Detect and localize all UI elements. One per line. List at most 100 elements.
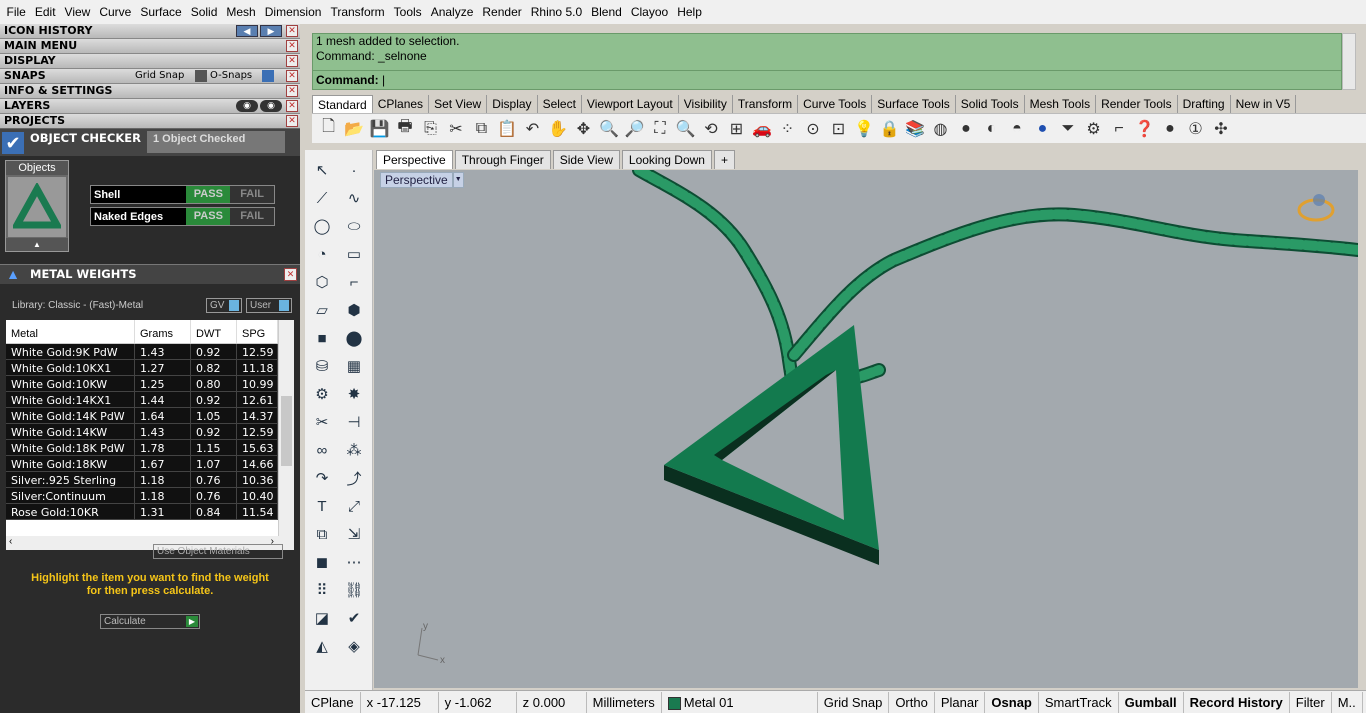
viewport-title-dropdown[interactable]: Perspective ▼ <box>380 172 464 188</box>
color-wheel-icon[interactable]: ◍ <box>928 117 953 141</box>
rebuild-icon[interactable]: ↷ <box>309 466 335 490</box>
menu-view[interactable]: View <box>60 0 95 24</box>
tab-set-view[interactable]: Set View <box>429 95 488 113</box>
tab-select[interactable]: Select <box>538 95 582 113</box>
tab-perspective[interactable]: Perspective <box>376 150 453 169</box>
menu-mesh[interactable]: Mesh <box>222 0 260 24</box>
table-row[interactable]: White Gold:18KW 1.67 1.07 14.66 <box>6 456 294 472</box>
menu-surface[interactable]: Surface <box>136 0 186 24</box>
tab-visibility[interactable]: Visibility <box>679 95 733 113</box>
mesh-icon[interactable]: ▦ <box>341 354 367 378</box>
calculate-button[interactable]: Calculate ▶ <box>100 614 200 629</box>
grid-icon[interactable]: ⋯ <box>341 550 367 574</box>
menu-solid[interactable]: Solid <box>186 0 222 24</box>
close-icon[interactable]: ✕ <box>286 100 298 112</box>
command-scrollbar[interactable] <box>1342 33 1356 90</box>
control-points-icon[interactable]: ⤴ <box>341 466 367 490</box>
tab-cplanes[interactable]: CPlanes <box>373 95 430 113</box>
menu-dimension[interactable]: Dimension <box>260 0 326 24</box>
close-icon[interactable]: ✕ <box>286 40 298 52</box>
menu-file[interactable]: File <box>2 0 30 24</box>
osnap-status[interactable]: Osnap <box>985 691 1039 713</box>
fillet-icon[interactable]: ⌐ <box>341 270 367 294</box>
tab-viewport-layout[interactable]: Viewport Layout <box>582 95 679 113</box>
menu-render[interactable]: Render <box>478 0 526 24</box>
column-header-spg[interactable]: SPG <box>237 320 278 343</box>
menu-blend[interactable]: Blend <box>587 0 627 24</box>
scrollbar-thumb[interactable] <box>281 396 292 466</box>
four-viewports-icon[interactable]: ⊞ <box>724 117 749 141</box>
o-snaps-toggle[interactable]: O-Snaps <box>210 69 252 83</box>
forward-arrow-icon[interactable]: ▶ <box>260 25 282 37</box>
split-icon[interactable]: ⊣ <box>341 410 367 434</box>
tab-through-finger[interactable]: Through Finger <box>454 150 551 169</box>
perspective-viewport[interactable]: x y Perspective ▼ <box>374 170 1358 688</box>
gv-toggle[interactable]: GV <box>206 298 242 313</box>
gumball-status[interactable]: Gumball <box>1119 691 1184 713</box>
tab-solid-tools[interactable]: Solid Tools <box>956 95 1025 113</box>
tab-mesh-tools[interactable]: Mesh Tools <box>1025 95 1097 113</box>
record-history-status[interactable]: Record History <box>1184 691 1290 713</box>
expand-arrow-icon[interactable]: ▲ <box>6 238 68 251</box>
render-icon[interactable]: ◭ <box>309 634 335 658</box>
panel-snaps[interactable]: SNAPS Grid Snap O-Snaps ✕ <box>0 69 300 84</box>
gumball-icon[interactable]: ✣ <box>1209 117 1234 141</box>
panel-info-settings[interactable]: INFO & SETTINGS ✕ <box>0 84 300 99</box>
shaded-sphere-icon[interactable]: ◐ <box>979 117 1004 141</box>
ortho-status[interactable]: Ortho <box>889 691 935 713</box>
curve-icon[interactable]: ∿ <box>341 186 367 210</box>
objects-preview[interactable]: Objects ▲ <box>5 160 69 252</box>
check-icon[interactable]: ✔ <box>341 606 367 630</box>
menu-analyze[interactable]: Analyze <box>426 0 478 24</box>
grid-snap-checkbox[interactable] <box>195 70 207 82</box>
close-icon[interactable]: ✕ <box>284 268 297 281</box>
panel-main-menu[interactable]: MAIN MENU ✕ <box>0 39 300 54</box>
filter-icon[interactable]: ⏷ <box>1056 117 1081 141</box>
render-sphere-icon[interactable]: ● <box>954 117 979 141</box>
grid-snap-status[interactable]: Grid Snap <box>818 691 890 713</box>
filter-status[interactable]: Filter <box>1290 691 1332 713</box>
undo-view-icon[interactable]: ⟲ <box>699 117 724 141</box>
table-row[interactable]: Silver:.925 Sterling 1.18 0.76 10.36 <box>6 472 294 488</box>
light-bulb-icon[interactable]: 💡 <box>852 117 877 141</box>
close-icon[interactable]: ✕ <box>286 55 298 67</box>
explode-icon[interactable]: ✸ <box>341 382 367 406</box>
arc-icon[interactable]: ◔ <box>309 242 335 266</box>
history-icon[interactable]: ⛓ <box>341 578 367 602</box>
ellipse-icon[interactable]: ⬭ <box>341 214 367 238</box>
user-toggle[interactable]: User <box>246 298 292 313</box>
table-row[interactable]: Silver:Continuum 1.18 0.76 10.40 <box>6 488 294 504</box>
tab-drafting[interactable]: Drafting <box>1178 95 1231 113</box>
black-sphere-icon[interactable]: ● <box>1158 117 1183 141</box>
blue-sphere-icon[interactable]: ● <box>1030 117 1055 141</box>
surface-icon[interactable]: ▱ <box>309 298 335 322</box>
tab-surface-tools[interactable]: Surface Tools <box>872 95 956 113</box>
rectangle-icon[interactable]: ▭ <box>341 242 367 266</box>
tab-side-view[interactable]: Side View <box>552 150 620 169</box>
object-snap-icon[interactable]: ⊙ <box>801 117 826 141</box>
planar-status[interactable]: Planar <box>935 691 986 713</box>
column-header-metal[interactable]: Metal <box>6 320 135 343</box>
menu-curve[interactable]: Curve <box>95 0 136 24</box>
menu-clayoo[interactable]: Clayoo <box>626 0 672 24</box>
panel-projects[interactable]: PROJECTS ✕ <box>0 114 300 129</box>
zoom-window-icon[interactable]: 🔎 <box>622 117 647 141</box>
solid-box-icon[interactable]: ◼ <box>309 550 335 574</box>
layer-visibility-icon[interactable]: ◉ <box>236 100 258 112</box>
o-snaps-checkbox[interactable] <box>262 70 274 82</box>
add-viewport-tab[interactable]: + <box>713 150 735 169</box>
zoom-icon[interactable]: 🔍 <box>597 117 622 141</box>
new-file-icon[interactable]: 🗋 <box>316 117 341 141</box>
select-arrow-icon[interactable]: ↖ <box>309 158 335 182</box>
print-icon[interactable]: 🖶 <box>393 117 418 141</box>
tab-curve-tools[interactable]: Curve Tools <box>798 95 873 113</box>
copy-icon[interactable]: ⧉ <box>469 117 494 141</box>
undo-icon[interactable]: ↶ <box>520 117 545 141</box>
material-icon[interactable]: ◈ <box>341 634 367 658</box>
material-sphere-icon[interactable]: ◓ <box>1005 117 1030 141</box>
polyline-icon[interactable]: ⟋ <box>309 186 335 210</box>
table-vertical-scrollbar[interactable] <box>278 320 294 536</box>
menu-help[interactable]: Help <box>673 0 707 24</box>
back-arrow-icon[interactable]: ◀ <box>236 25 258 37</box>
close-icon[interactable]: ✕ <box>286 25 298 37</box>
